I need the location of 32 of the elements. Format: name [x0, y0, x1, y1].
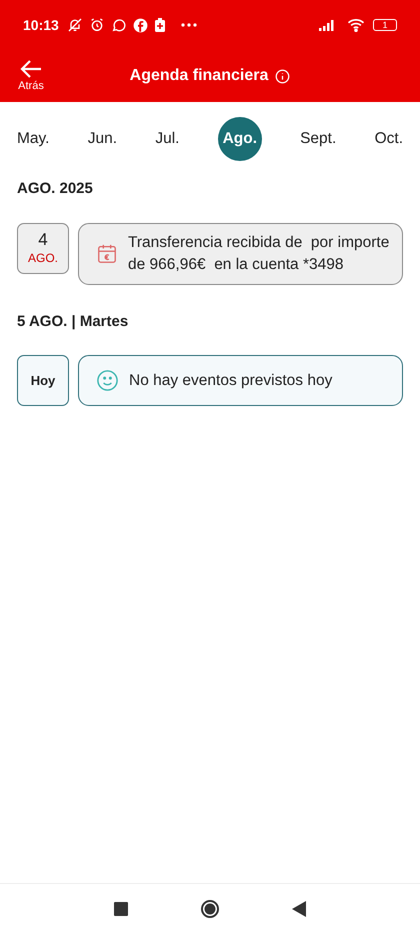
calendar-euro-icon — [96, 242, 118, 264]
month-tab[interactable]: Sept. — [300, 117, 336, 161]
battery-plus-icon — [154, 17, 166, 33]
status-time: 10:13 — [23, 16, 59, 34]
month-tab[interactable]: Jul. — [155, 117, 180, 161]
chat-icon — [110, 17, 127, 33]
section-heading: 5 AGO. | Martes — [16, 312, 130, 332]
page-title: Agenda financiera — [130, 66, 268, 86]
more-icon — [180, 22, 198, 28]
back-arrow-icon — [19, 59, 43, 79]
back-icon[interactable] — [292, 900, 306, 916]
recent-apps-icon[interactable] — [114, 902, 128, 916]
event-card[interactable]: Transferencia recibida de por importe de 966,96€ en la cuenta *3498 — [78, 222, 403, 284]
month-label: AGO. — [28, 250, 58, 266]
info-icon[interactable] — [275, 68, 290, 84]
month-tab[interactable]: Oct. — [374, 117, 403, 161]
month-tab[interactable]: Ago. — [218, 117, 262, 161]
today-label: Hoy — [30, 372, 56, 390]
event-description: Transferencia recibida de por importe de 966,96€ en la cuenta *3498 — [128, 232, 390, 274]
section-heading: AGO. 2025 — [16, 179, 94, 199]
wifi-icon — [347, 18, 365, 32]
social-icon — [132, 18, 148, 32]
month-tab[interactable]: May. — [17, 117, 50, 161]
no-events-message: No hay eventos previstos hoy — [129, 370, 332, 391]
month-tab[interactable]: Jun. — [88, 117, 118, 161]
smiley-icon — [96, 369, 119, 392]
alarm-icon — [88, 17, 105, 33]
home-icon[interactable] — [200, 898, 220, 918]
day-number: 4 — [38, 230, 48, 250]
battery-indicator: 1 — [373, 19, 397, 31]
back-button[interactable]: Atrás — [17, 59, 45, 93]
bell-off-icon — [66, 17, 83, 33]
